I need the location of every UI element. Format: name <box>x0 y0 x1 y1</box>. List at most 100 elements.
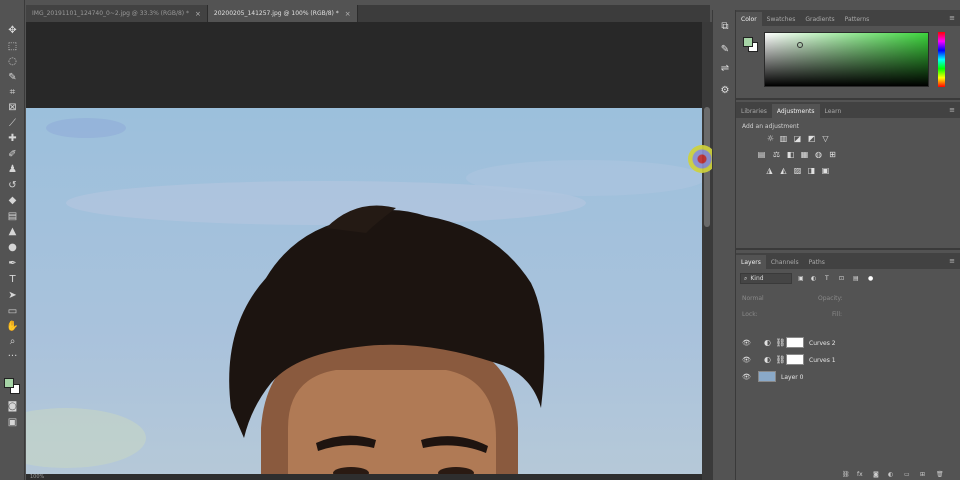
color-lookup-icon[interactable]: ⊞ <box>828 150 837 159</box>
move-icon[interactable]: ✥ <box>5 24 20 37</box>
curves-icon[interactable]: ◪ <box>793 134 802 143</box>
filter-pixel-icon[interactable]: ▣ <box>798 275 804 282</box>
blur-icon[interactable]: ▲ <box>5 225 20 238</box>
levels-icon[interactable]: ▥ <box>779 134 788 143</box>
properties-icon[interactable]: ⇌ <box>718 62 732 74</box>
tab-color[interactable]: Color <box>736 12 762 26</box>
screen-mode-icon[interactable]: ▣ <box>5 416 20 429</box>
brush-icon[interactable]: ✐ <box>5 148 20 161</box>
lasso-icon[interactable]: ◌ <box>5 55 20 68</box>
quick-select-icon[interactable]: ✎ <box>5 71 20 84</box>
frame-icon[interactable]: ⊠ <box>5 101 20 114</box>
gradient-map-icon[interactable]: ▣ <box>821 166 830 175</box>
layer-row[interactable]: 👁 ◐ ⛓ Curves 1 <box>736 352 960 368</box>
vertical-scrollbar[interactable] <box>702 22 712 480</box>
panel-menu-icon[interactable]: ≡ <box>949 14 955 22</box>
delete-layer-icon[interactable]: 🗑 <box>936 471 944 478</box>
selective-color-icon[interactable]: ◨ <box>807 166 816 175</box>
gradient-icon[interactable]: ▤ <box>5 210 20 223</box>
adjust-icon[interactable]: ⚙ <box>718 84 732 96</box>
layer-mask-thumbnail[interactable] <box>786 337 804 348</box>
rectangle-icon[interactable]: ▭ <box>5 305 20 318</box>
brightness-contrast-icon[interactable]: ☼ <box>766 134 775 143</box>
panel-menu-icon[interactable]: ≡ <box>949 106 955 114</box>
blend-mode-select[interactable]: Normal <box>742 295 764 302</box>
canvas-area[interactable] <box>26 22 702 480</box>
eye-icon[interactable]: 👁 <box>742 356 751 364</box>
marquee-icon[interactable]: ⬚ <box>5 40 20 53</box>
tab-paths[interactable]: Paths <box>804 255 830 269</box>
hue-saturation-icon[interactable]: ▤ <box>757 150 766 159</box>
panel-menu-icon[interactable]: ≡ <box>949 257 955 265</box>
filter-adjustment-icon[interactable]: ◐ <box>811 275 816 282</box>
filter-shape-icon[interactable]: ⊡ <box>839 275 844 282</box>
tab-img-20191101[interactable]: IMG_20191101_124740_0~2.jpg @ 33.3% (RGB… <box>26 5 208 22</box>
layer-row[interactable]: 👁 ◐ ⛓ Curves 2 <box>736 335 960 351</box>
vibrance-icon[interactable]: ▽ <box>821 134 830 143</box>
photo-image[interactable] <box>26 108 702 480</box>
pen-icon[interactable]: ✒ <box>5 257 20 270</box>
color-panel-foreground-swatch[interactable] <box>743 37 753 47</box>
tab-20200205[interactable]: 20200205_141257.jpg @ 100% (RGB/8) * × <box>207 5 358 22</box>
hand-icon[interactable]: ✋ <box>5 320 20 333</box>
brush-settings-icon[interactable]: ✎ <box>718 43 732 55</box>
portrait-image <box>26 108 702 480</box>
tab-channels[interactable]: Channels <box>766 255 804 269</box>
new-adjustment-layer-icon[interactable]: ◐ <box>888 471 893 478</box>
search-icon: ⌕ <box>744 274 748 282</box>
black-white-icon[interactable]: ◧ <box>786 150 795 159</box>
photo-filter-icon[interactable]: ▦ <box>800 150 809 159</box>
tab-libraries[interactable]: Libraries <box>736 104 772 118</box>
layer-row[interactable]: 👁 Layer 0 <box>736 369 960 385</box>
eye-icon[interactable]: 👁 <box>742 339 751 347</box>
zoom-icon[interactable]: ⌕ <box>5 335 20 348</box>
new-group-icon[interactable]: ▭ <box>904 471 910 478</box>
filter-toggle-icon[interactable]: ● <box>868 275 873 282</box>
layer-kind-filter[interactable]: ⌕ Kind <box>740 273 792 284</box>
type-icon[interactable]: T <box>5 273 20 286</box>
filter-type-icon[interactable]: T <box>825 275 829 282</box>
fx-icon[interactable]: fx <box>857 471 863 478</box>
zoom-readout[interactable]: 100% <box>30 474 44 480</box>
quick-mask-icon[interactable]: ◙ <box>5 400 20 413</box>
healing-icon[interactable]: ✚ <box>5 132 20 145</box>
tab-patterns[interactable]: Patterns <box>840 12 875 26</box>
layer-mask-thumbnail[interactable] <box>786 354 804 365</box>
eraser-icon[interactable]: ◆ <box>5 194 20 207</box>
filter-smart-object-icon[interactable]: ▤ <box>853 275 859 282</box>
close-icon[interactable]: × <box>345 10 351 18</box>
more-tools-icon[interactable]: ··· <box>5 350 20 363</box>
color-picker-field[interactable] <box>764 32 929 87</box>
tab-layers[interactable]: Layers <box>736 255 766 269</box>
link-icon: ⛓ <box>775 338 786 347</box>
tab-swatches[interactable]: Swatches <box>762 12 801 26</box>
invert-icon[interactable]: ◮ <box>765 166 774 175</box>
clone-stamp-icon[interactable]: ♟ <box>5 163 20 176</box>
hue-slider[interactable] <box>938 32 945 87</box>
layer-name[interactable]: Layer 0 <box>781 374 803 381</box>
history-icon[interactable]: ⧉ <box>718 20 732 32</box>
dodge-icon[interactable]: ● <box>5 241 20 254</box>
add-mask-icon[interactable]: ◙ <box>873 471 879 478</box>
channel-mixer-icon[interactable]: ◍ <box>814 150 823 159</box>
eye-icon[interactable]: 👁 <box>742 373 751 381</box>
layer-name[interactable]: Curves 2 <box>809 340 836 347</box>
new-layer-icon[interactable]: ⊞ <box>920 471 925 478</box>
tab-learn[interactable]: Learn <box>820 104 847 118</box>
history-brush-icon[interactable]: ↺ <box>5 179 20 192</box>
threshold-icon[interactable]: ▨ <box>793 166 802 175</box>
posterize-icon[interactable]: ◭ <box>779 166 788 175</box>
exposure-icon[interactable]: ◩ <box>807 134 816 143</box>
path-select-icon[interactable]: ➤ <box>5 289 20 302</box>
color-picker-marker <box>797 42 803 48</box>
eyedropper-icon[interactable]: ⟋ <box>5 117 20 130</box>
color-balance-icon[interactable]: ⚖ <box>772 150 781 159</box>
link-layers-icon[interactable]: ⛓ <box>842 471 850 478</box>
layer-thumbnail[interactable] <box>758 371 776 382</box>
layer-name[interactable]: Curves 1 <box>809 357 836 364</box>
tab-gradients[interactable]: Gradients <box>800 12 839 26</box>
foreground-color-swatch[interactable] <box>4 378 14 388</box>
tab-adjustments[interactable]: Adjustments <box>771 104 820 118</box>
crop-icon[interactable]: ⌗ <box>5 86 20 99</box>
close-icon[interactable]: × <box>195 10 201 18</box>
